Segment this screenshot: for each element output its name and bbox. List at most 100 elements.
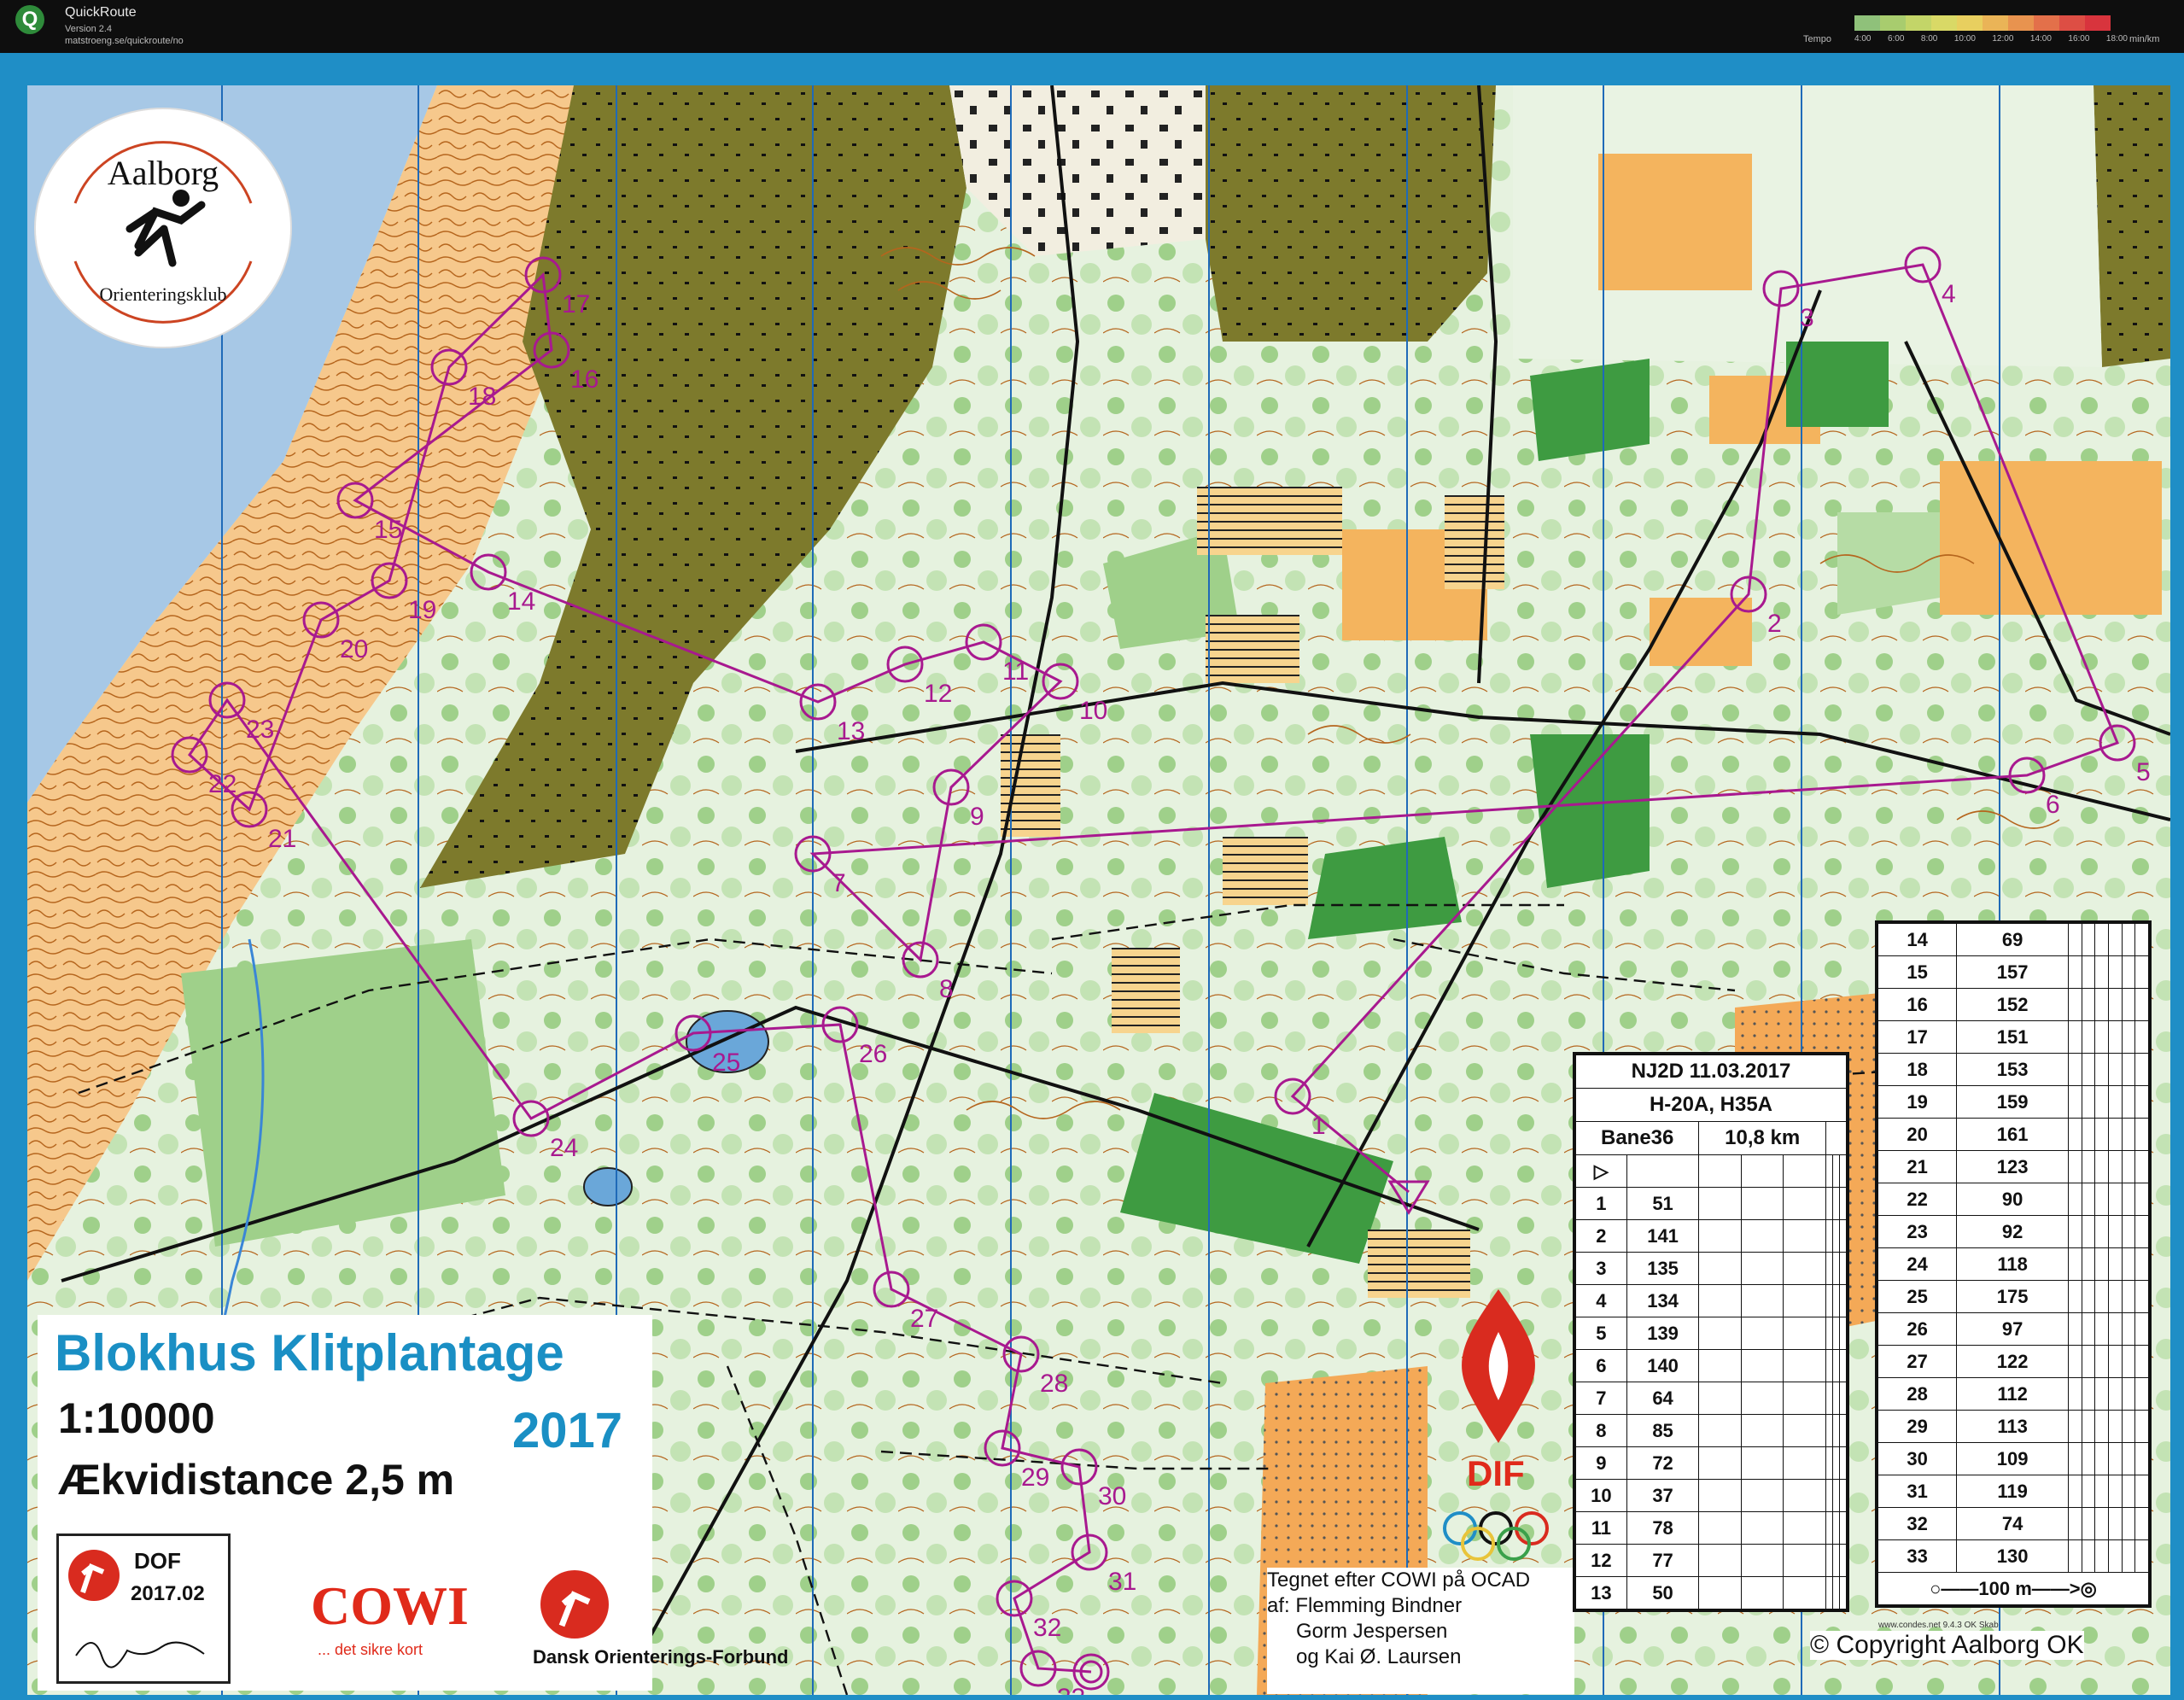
control-number: 25: [712, 1049, 740, 1077]
finish-distance: ○——100 m——>◎: [1877, 1572, 2149, 1605]
cd-symbol-cell: [2067, 1475, 2082, 1508]
cd-seq: 32: [1877, 1507, 1958, 1540]
cd-row: 1 51: [1575, 1187, 1848, 1220]
cd-row: 33 130: [1877, 1539, 2149, 1573]
cowi-logo: COWI: [311, 1575, 469, 1636]
cd-row: 29 113: [1877, 1410, 2149, 1443]
cd-symbol-cell: [2081, 1085, 2096, 1119]
cd-symbol-cell: [1740, 1187, 1784, 1220]
cd-symbol-cell: [2081, 1150, 2096, 1183]
pace-swatch: [2008, 15, 2034, 31]
cd-symbol-cell: [1831, 1284, 1840, 1317]
control-number: 11: [1002, 657, 1029, 686]
cd-seq: 18: [1877, 1053, 1958, 1086]
cd-symbol-cell: [2094, 923, 2109, 956]
cd-symbol-cell: [2134, 1345, 2149, 1378]
cd-symbol-cell: [2121, 1215, 2136, 1248]
cd-symbol-cell: [2107, 1215, 2123, 1248]
control-number: 5: [2136, 758, 2151, 786]
cd-symbol-cell: [2081, 1020, 2096, 1054]
cd-code: 141: [1626, 1219, 1700, 1253]
cd-symbol-cell: [1838, 1252, 1848, 1285]
cd-symbol-cell: [2067, 1150, 2082, 1183]
cd-symbol-cell: [1783, 1479, 1826, 1512]
cd-symbol-cell: [1783, 1576, 1826, 1609]
pace-tick: 6:00: [1887, 34, 1905, 44]
cd-symbol-cell: [2094, 1150, 2109, 1183]
app-url: matstroeng.se/quickroute/no: [65, 36, 184, 46]
cd-symbol-cell: [2094, 1410, 2109, 1443]
cd-symbol-cell: [2067, 1539, 2082, 1573]
cd-row: 20 161: [1877, 1118, 2149, 1151]
cd-code: 135: [1626, 1252, 1700, 1285]
cd-event: NJ2D 11.03.2017: [1575, 1054, 1847, 1089]
cd-code: 78: [1626, 1511, 1700, 1545]
cd-symbol-cell: [1698, 1382, 1742, 1415]
cd-symbol-cell: [1831, 1576, 1840, 1609]
cd-symbol-cell: [1783, 1511, 1826, 1545]
map-title: Blokhus Klitplantage: [55, 1324, 564, 1382]
cd-seq: 16: [1877, 988, 1958, 1021]
cd-symbol-cell: [2121, 1247, 2136, 1281]
cd-symbol-cell: [2134, 988, 2149, 1021]
cd-symbol-cell: [2081, 1345, 2096, 1378]
cd-code: 119: [1956, 1475, 2069, 1508]
cd-symbol-cell: [2094, 955, 2109, 989]
cd-symbol-cell: [2121, 923, 2136, 956]
cd-symbol-cell: [1825, 1382, 1833, 1415]
cd-symbol-cell: [2107, 1020, 2123, 1054]
cd-symbol-cell: [1831, 1479, 1840, 1512]
cd-seq: 6: [1575, 1349, 1627, 1382]
credit-line-1: Tegnet efter COWI på OCAD: [1267, 1569, 1531, 1592]
cd-symbol-cell: [1783, 1446, 1826, 1480]
cd-symbol-cell: [2107, 1118, 2123, 1151]
cd-symbol-cell: [1783, 1317, 1826, 1350]
control-number: 33: [1057, 1684, 1085, 1695]
cd-symbol-cell: [1838, 1446, 1848, 1480]
cd-classes: H-20A, H35A: [1575, 1088, 1847, 1122]
cd-seq: 15: [1877, 955, 1958, 989]
cd-symbol-cell: [2094, 1312, 2109, 1346]
control-number: 16: [570, 365, 599, 394]
cd-symbol-cell: [2121, 955, 2136, 989]
cd-symbol-cell: [2134, 1312, 2149, 1346]
cd-row: 31 119: [1877, 1475, 2149, 1508]
cd-symbol-cell: [1831, 1219, 1840, 1253]
cd-seq: 27: [1877, 1345, 1958, 1378]
cd-symbol-cell: [2121, 1053, 2136, 1086]
cd-symbol-cell: [1825, 1349, 1833, 1382]
cd-symbol-cell: [1740, 1284, 1784, 1317]
cd-symbol-cell: [2134, 1183, 2149, 1216]
cd-symbol-cell: [2094, 1085, 2109, 1119]
control-number: 1: [1311, 1112, 1326, 1140]
cd-symbol-cell: [2081, 1507, 2096, 1540]
control-descriptions-1: NJ2D 11.03.2017 H-20A, H35A Bane36 10,8 …: [1573, 1052, 1849, 1612]
cd-symbol-cell: [1740, 1349, 1784, 1382]
pace-swatch: [1957, 15, 1983, 31]
cd-symbol-cell: [2094, 1507, 2109, 1540]
cd-symbol-cell: [1783, 1414, 1826, 1447]
cd-symbol-cell: [2081, 1442, 2096, 1475]
cd-symbol-cell: [2121, 1312, 2136, 1346]
cd-code: 130: [1956, 1539, 2069, 1573]
cd-symbol-cell: [1740, 1446, 1784, 1480]
cd-symbol-cell: [1838, 1479, 1848, 1512]
cd-row: 28 112: [1877, 1377, 2149, 1411]
cd-symbol-cell: [2121, 1020, 2136, 1054]
cd-row: 17 151: [1877, 1020, 2149, 1054]
cd-symbol-cell: [1831, 1317, 1840, 1350]
cd-symbol-cell: [2107, 1377, 2123, 1411]
cd-code: 37: [1626, 1479, 1700, 1512]
cd-code: 139: [1626, 1317, 1700, 1350]
cd-code: 64: [1626, 1382, 1700, 1415]
cd-code: 151: [1956, 1020, 2069, 1054]
cd-row: 24 118: [1877, 1247, 2149, 1281]
cd-code: 112: [1956, 1377, 2069, 1411]
cd-code: 157: [1956, 955, 2069, 989]
cd-symbol-cell: [1838, 1349, 1848, 1382]
cd-code: 72: [1626, 1446, 1700, 1480]
cd-symbol-cell: [2081, 1118, 2096, 1151]
cd-symbol-cell: [2107, 955, 2123, 989]
cd-symbol-cell: [1698, 1187, 1742, 1220]
pace-swatch: [2034, 15, 2059, 31]
